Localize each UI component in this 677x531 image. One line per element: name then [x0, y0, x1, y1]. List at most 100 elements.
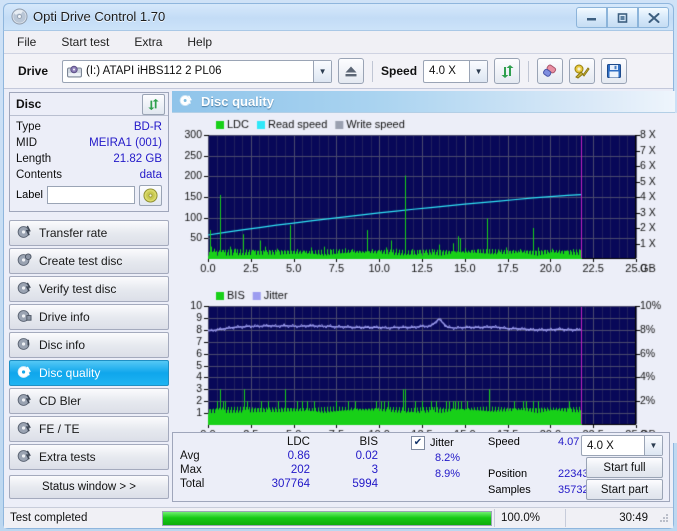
stats-header-ldc: LDC [286, 436, 310, 448]
disc-key: Type [16, 121, 41, 133]
elapsed-time: 30:49 [565, 509, 654, 527]
test-speed-value: 4.0 X [587, 439, 614, 452]
menu-bar: File Start test Extra Help [4, 31, 673, 54]
maximize-button[interactable] [607, 7, 638, 28]
disc-label-button[interactable] [139, 184, 162, 206]
disc-row-type: Type BD-R [16, 119, 162, 135]
stats-row-label: Total [180, 478, 205, 490]
start-part-button[interactable]: Start part [586, 479, 663, 500]
disc-extra-icon [17, 449, 32, 466]
disc-key: Length [16, 153, 52, 165]
app-icon [11, 8, 28, 25]
disc-refresh-button[interactable] [142, 93, 165, 115]
sidebar-item-create-test-disc[interactable]: Create test disc [9, 248, 169, 274]
client-area: File Start test Extra Help Drive (I:) AT… [3, 30, 677, 529]
start-full-button[interactable]: Start full [586, 457, 663, 478]
sidebar-item-label: Create test disc [39, 254, 123, 268]
disc-burn-icon [17, 252, 32, 270]
jitter-label: Jitter [430, 437, 454, 449]
disc-label-input[interactable] [46, 186, 135, 204]
status-message: Test completed [10, 512, 88, 524]
minimize-button[interactable] [576, 7, 607, 28]
sidebar-item-transfer-rate[interactable]: Transfer rate [9, 220, 169, 246]
sidebar-item-cd-bler[interactable]: CD Bler [9, 388, 169, 414]
disc-row-mid: MID MEIRA1 (001) [16, 135, 162, 151]
drive-icon [67, 65, 83, 78]
disc-panel: Disc Type BD-R MID MEIRA1 (001) Length 2… [9, 92, 169, 212]
refresh-button[interactable] [494, 58, 521, 84]
chevron-down-icon[interactable]: ▼ [644, 436, 662, 455]
sidebar-item-label: CD Bler [39, 394, 82, 408]
jitter-max-value: 8.9% [435, 468, 461, 480]
menu-item-file[interactable]: File [14, 33, 39, 51]
disc-panel-title: Disc [16, 97, 42, 111]
stats-cell-ldc: 202 [290, 464, 310, 476]
stats-cell-ldc: 0.86 [287, 450, 310, 462]
stats-cell-ldc: 307764 [271, 478, 310, 490]
progress-bar-fill [163, 511, 491, 525]
speed-select[interactable]: 4.0 X ▼ [423, 59, 489, 83]
sidebar-item-label: Transfer rate [39, 226, 108, 240]
status-bar: Test completed 100.0% 30:49 [4, 507, 673, 528]
table-row: Avg 0.86 0.02 [179, 449, 379, 463]
stats-panel: LDC BIS Avg 0.86 0.02 Max 202 3 Total 30… [172, 432, 670, 502]
sidebar-item-label: FE / TE [39, 422, 80, 436]
stats-cell-bis: 3 [371, 464, 378, 476]
disc-key: Contents [16, 169, 63, 181]
disc-quality-charts[interactable] [172, 113, 677, 443]
status-window-button[interactable]: Status window > > [9, 475, 169, 499]
eject-button[interactable] [338, 58, 365, 84]
title-bar: Opti Drive Control 1.70 [3, 3, 674, 30]
chevron-down-icon[interactable]: ▼ [313, 60, 332, 82]
save-button[interactable] [601, 58, 628, 84]
test-speed-select[interactable]: 4.0 X ▼ [581, 435, 663, 456]
stats-cell-bis: 0.02 [355, 450, 378, 462]
stats-cell-bis: 5994 [352, 478, 378, 490]
disc-row-length: Length 21.82 GB [16, 151, 162, 167]
sidebar-item-extra-tests[interactable]: Extra tests [9, 444, 169, 470]
jitter-checkbox[interactable]: ✔ [411, 436, 425, 450]
sidebar-item-label: Drive info [39, 310, 90, 324]
erase-button[interactable] [537, 58, 564, 84]
samples-label: Samples [488, 484, 531, 496]
drive-select[interactable]: (I:) ATAPI iHBS112 2 PL06 ▼ [62, 59, 333, 83]
disc-test-icon [17, 225, 32, 242]
menu-item-extra[interactable]: Extra [131, 33, 165, 51]
speed-readout-label: Speed [488, 436, 520, 448]
jitter-avg-value: 8.2% [435, 452, 461, 464]
start-part-label: Start part [600, 483, 649, 496]
stats-table: LDC BIS Avg 0.86 0.02 Max 202 3 Total 30… [179, 435, 379, 491]
sidebar-item-fe-te[interactable]: FE / TE [9, 416, 169, 442]
test-nav: Transfer rate Create test disc Verify te… [9, 220, 169, 499]
disc-row-contents: Contents data [16, 167, 162, 183]
close-button[interactable] [638, 7, 669, 28]
sidebar-item-verify-test-disc[interactable]: Verify test disc [9, 276, 169, 302]
sidebar-item-label: Disc info [39, 338, 86, 352]
sidebar-item-drive-info[interactable]: Drive info [9, 304, 169, 330]
application-window: Opti Drive Control 1.70 File Start test … [0, 0, 677, 531]
drive-info-icon [17, 309, 32, 326]
disc-panel-header: Disc [10, 93, 168, 116]
menu-item-help[interactable]: Help [184, 33, 215, 51]
tools-button[interactable] [569, 58, 596, 84]
resize-grip-icon[interactable] [658, 512, 670, 524]
menu-item-start-test[interactable]: Start test [58, 33, 112, 51]
disc-value: BD-R [133, 121, 162, 133]
disc-quality-icon [179, 94, 193, 110]
sidebar-item-disc-quality[interactable]: Disc quality [9, 360, 169, 386]
window-title: Opti Drive Control 1.70 [33, 9, 166, 24]
disc-label-row: Label [16, 184, 162, 206]
disc-value: 21.82 GB [113, 153, 162, 165]
start-full-label: Start full [603, 461, 646, 474]
sidebar-item-label: Verify test disc [39, 282, 117, 296]
drive-toolbar: Drive (I:) ATAPI iHBS112 2 PL06 ▼ Speed … [4, 54, 673, 89]
table-row: Max 202 3 [179, 463, 379, 477]
disc-fete-icon [17, 421, 32, 438]
status-window-label: Status window > > [42, 481, 136, 493]
disc-value: data [139, 169, 162, 181]
progress-bar [162, 510, 492, 526]
sidebar-item-disc-info[interactable]: Disc info [9, 332, 169, 358]
progress-percent: 100.0% [494, 509, 565, 527]
chevron-down-icon[interactable]: ▼ [469, 60, 488, 82]
sidebar-item-label: Extra tests [39, 450, 96, 464]
